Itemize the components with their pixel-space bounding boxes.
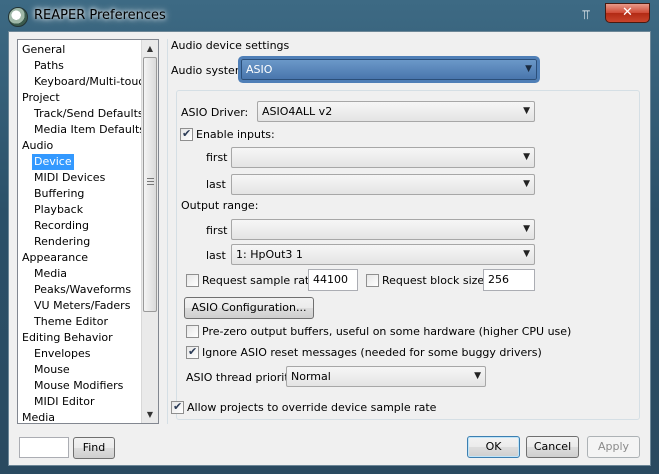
tree-item[interactable]: Rendering xyxy=(32,234,92,250)
asio-configuration-button[interactable]: ASIO Configuration... xyxy=(184,297,314,319)
grip-icon xyxy=(147,178,154,185)
tree-item[interactable]: Media xyxy=(20,410,57,423)
title-bar[interactable]: REAPER Preferences ⫪ ✕ xyxy=(0,0,659,34)
panel-divider xyxy=(167,39,168,424)
asio-thread-priority-value: Normal xyxy=(291,370,331,383)
window-title: REAPER Preferences xyxy=(34,8,166,23)
input-last-label: last xyxy=(206,178,226,191)
chevron-down-icon: ▼ xyxy=(523,152,530,162)
close-button[interactable]: ✕ xyxy=(605,3,650,23)
tree-item[interactable]: Recording xyxy=(32,218,91,234)
enable-inputs-checkbox[interactable] xyxy=(180,127,193,141)
tree-scrollbar[interactable]: ▲ ▼ xyxy=(141,40,158,423)
allow-override-label: Allow projects to override device sample… xyxy=(187,401,437,414)
cancel-button[interactable]: Cancel xyxy=(526,436,579,458)
find-input[interactable] xyxy=(19,437,69,458)
tree-item[interactable]: Project xyxy=(20,90,62,106)
tree-item[interactable]: Peaks/Waveforms xyxy=(32,282,133,298)
tree-item[interactable]: Media Item Defaults xyxy=(32,122,147,138)
asio-thread-priority-label: ASIO thread priority: xyxy=(186,371,299,384)
tree-item[interactable]: Buffering xyxy=(32,186,86,202)
output-last-label: last xyxy=(206,249,226,262)
output-first-label: first xyxy=(206,224,228,237)
audio-device-settings-title: Audio device settings xyxy=(171,39,290,52)
sample-rate-input[interactable]: 44100 xyxy=(308,269,358,291)
request-block-size-checkbox[interactable] xyxy=(366,274,379,287)
input-first-label: first xyxy=(206,151,228,164)
preferences-tree[interactable]: General Paths Keyboard/Multi-touch Project T… xyxy=(17,39,159,424)
input-last-select[interactable]: ▼ xyxy=(231,174,535,195)
tree-item[interactable]: Theme Editor xyxy=(32,314,110,330)
asio-driver-value: ASIO4ALL v2 xyxy=(262,105,333,118)
tree-item[interactable]: Editing Behavior xyxy=(20,330,115,346)
ignore-asio-reset-label: Ignore ASIO reset messages (needed for s… xyxy=(202,346,542,359)
request-sample-rate-label: Request sample rate: xyxy=(202,274,320,287)
scroll-down-arrow-icon[interactable]: ▼ xyxy=(142,406,158,423)
audio-system-value: ASIO xyxy=(246,63,273,76)
asio-thread-priority-select[interactable]: Normal ▼ xyxy=(286,366,486,387)
tree-item[interactable]: Paths xyxy=(32,58,66,74)
chevron-down-icon: ▼ xyxy=(474,371,481,381)
scrollbar-thumb[interactable] xyxy=(143,57,157,312)
chevron-down-icon: ▼ xyxy=(525,64,532,74)
reaper-app-icon xyxy=(8,7,28,27)
tree-item[interactable]: General xyxy=(20,42,67,58)
chevron-down-icon: ▼ xyxy=(523,249,530,259)
input-first-select[interactable]: ▼ xyxy=(231,147,535,168)
ok-button[interactable]: OK xyxy=(467,436,520,458)
request-block-size-label: Request block size: xyxy=(382,274,488,287)
tree-item[interactable]: Track/Send Defaults xyxy=(32,106,146,122)
audio-system-label: Audio system: xyxy=(171,64,250,77)
tree-item[interactable]: Mouse xyxy=(32,362,72,378)
output-first-select[interactable]: ▼ xyxy=(231,219,535,240)
output-last-value: 1: HpOut3 1 xyxy=(236,248,303,261)
tree-item[interactable]: VU Meters/Faders xyxy=(32,298,132,314)
tree-item[interactable]: Audio xyxy=(20,138,55,154)
tree-item[interactable]: Envelopes xyxy=(32,346,92,362)
prezero-buffers-checkbox[interactable] xyxy=(186,325,199,338)
tree-item[interactable]: MIDI Devices xyxy=(32,170,107,186)
audio-system-select[interactable]: ASIO ▼ xyxy=(241,59,537,80)
prezero-buffers-label: Pre-zero output buffers, useful on some … xyxy=(202,325,572,338)
find-button[interactable]: Find xyxy=(73,437,115,459)
tree-item[interactable]: Playback xyxy=(32,202,85,218)
chevron-down-icon: ▼ xyxy=(523,179,530,189)
tree-item[interactable]: Media xyxy=(32,266,69,282)
tree-item[interactable]: Mouse Modifiers xyxy=(32,378,125,394)
tree-item[interactable]: Appearance xyxy=(20,250,90,266)
tree-item[interactable]: MIDI Editor xyxy=(32,394,97,410)
chevron-down-icon: ▼ xyxy=(523,106,530,116)
asio-driver-label: ASIO Driver: xyxy=(181,106,249,119)
tree-item[interactable]: Keyboard/Multi-touch xyxy=(32,74,153,90)
window-frame: REAPER Preferences ⫪ ✕ General Paths Keybo… xyxy=(0,0,659,474)
allow-override-checkbox[interactable] xyxy=(171,400,184,414)
asio-driver-select[interactable]: ASIO4ALL v2 ▼ xyxy=(257,101,535,122)
chevron-down-icon: ▼ xyxy=(523,224,530,234)
scroll-up-arrow-icon[interactable]: ▲ xyxy=(142,40,158,57)
preferences-client-area: General Paths Keyboard/Multi-touch Project T… xyxy=(8,31,651,466)
block-size-input[interactable]: 256 xyxy=(483,269,535,291)
output-last-select[interactable]: 1: HpOut3 1 ▼ xyxy=(231,244,535,265)
ignore-asio-reset-checkbox[interactable] xyxy=(186,345,199,359)
apply-button[interactable]: Apply xyxy=(587,436,640,458)
output-range-label: Output range: xyxy=(181,199,259,212)
tree-item[interactable]: Device xyxy=(32,154,74,170)
pin-icon[interactable]: ⫪ xyxy=(576,7,596,25)
request-sample-rate-checkbox[interactable] xyxy=(186,274,199,287)
enable-inputs-label: Enable inputs: xyxy=(196,128,275,141)
